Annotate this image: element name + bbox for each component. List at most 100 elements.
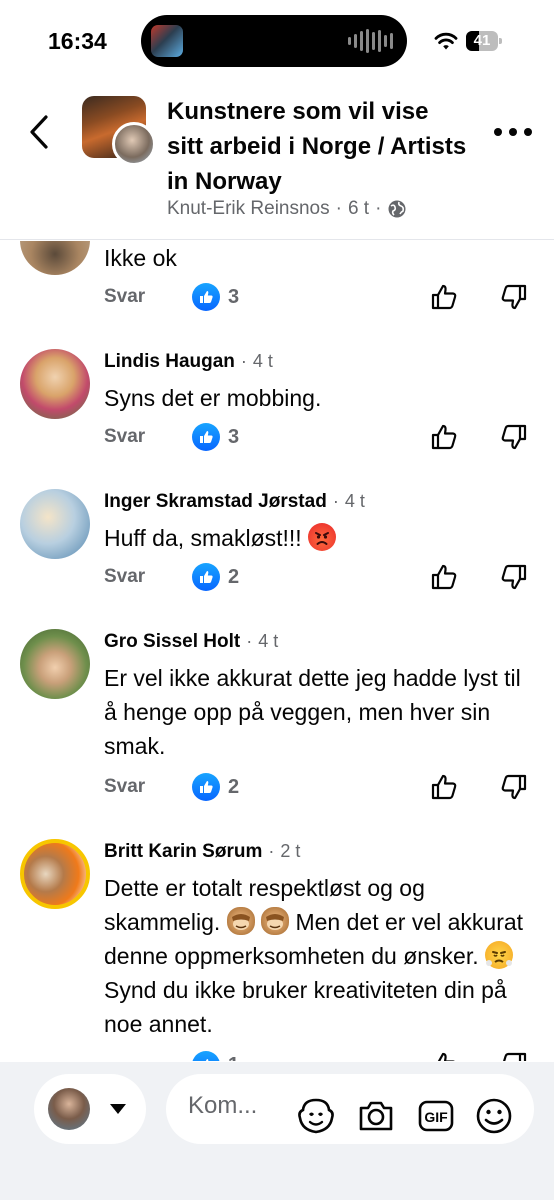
status-time: 16:34 bbox=[48, 28, 107, 54]
comment-text: Dette er totalt respektløst og og skamme… bbox=[104, 871, 524, 1041]
like-reaction-icon bbox=[192, 563, 220, 591]
author-avatar[interactable] bbox=[112, 122, 156, 166]
group-cover-thumbnail[interactable] bbox=[82, 96, 156, 166]
reply-button[interactable]: Svar bbox=[104, 426, 145, 448]
separator: · bbox=[246, 631, 253, 651]
like-count: 3 bbox=[228, 425, 240, 448]
now-playing-artwork bbox=[151, 25, 183, 57]
commenter-avatar[interactable] bbox=[20, 839, 90, 909]
comment-actions: Svar 2 bbox=[104, 773, 534, 803]
downvote-icon[interactable] bbox=[500, 1051, 528, 1061]
separator: · bbox=[240, 351, 247, 371]
see-no-evil-monkey-emoji bbox=[261, 907, 290, 935]
comment-text: Huff da, smakløst!!! bbox=[104, 521, 524, 555]
comment-header: Gro Sissel Holt · 4 t bbox=[104, 631, 278, 653]
battery-level: 41 bbox=[473, 32, 491, 49]
angry-face-emoji bbox=[308, 523, 337, 551]
chevron-left-icon bbox=[30, 115, 48, 149]
meta-separator: · bbox=[375, 198, 382, 219]
avatar-sticker-icon[interactable] bbox=[296, 1096, 336, 1136]
reply-button[interactable]: Svar bbox=[104, 286, 145, 308]
comment-header: Lindis Haugan · 4 t bbox=[104, 351, 273, 373]
like-reaction-icon bbox=[192, 1051, 220, 1061]
downvote-icon[interactable] bbox=[500, 283, 528, 311]
upvote-icon[interactable] bbox=[430, 1051, 458, 1061]
downvote-icon[interactable] bbox=[500, 423, 528, 451]
separator: · bbox=[268, 841, 275, 861]
caret-down-icon bbox=[110, 1104, 126, 1114]
identity-switcher[interactable] bbox=[34, 1074, 146, 1144]
like-count: 2 bbox=[228, 775, 240, 798]
downvote-icon[interactable] bbox=[500, 563, 528, 591]
like-count: 1 bbox=[228, 1054, 239, 1062]
commenter-name[interactable]: Lindis Haugan bbox=[104, 351, 235, 373]
see-no-evil-monkey-emoji bbox=[226, 907, 255, 935]
reply-button[interactable]: Svar bbox=[104, 776, 145, 798]
commenter-avatar[interactable] bbox=[20, 349, 90, 419]
author-name[interactable]: Knut-Erik Reinsnos bbox=[167, 198, 330, 220]
comment-time: 4 t bbox=[252, 351, 273, 371]
downvote-icon[interactable] bbox=[500, 773, 528, 801]
comment-time: 2 t bbox=[280, 841, 301, 861]
commenter-name[interactable]: Britt Karin Sørum bbox=[104, 841, 262, 863]
commenter-name[interactable]: Gro Sissel Holt bbox=[104, 631, 240, 653]
comment-actions: Svar 3 bbox=[104, 283, 534, 313]
upvote-icon[interactable] bbox=[430, 563, 458, 591]
post-header: Kunstnere som vil vise sitt arbeid i Nor… bbox=[0, 84, 554, 240]
dynamic-island[interactable] bbox=[141, 15, 407, 67]
commenter-avatar[interactable] bbox=[20, 489, 90, 559]
gif-icon[interactable]: GIF bbox=[416, 1096, 456, 1136]
reaction-count[interactable]: 2 bbox=[192, 563, 239, 591]
meta-separator: · bbox=[335, 198, 342, 219]
commenter-avatar[interactable] bbox=[20, 629, 90, 699]
more-horizontal-icon bbox=[494, 128, 502, 136]
comment-text-part: Synd du ikke bruker kreativiteten din på… bbox=[104, 977, 507, 1037]
like-count: 2 bbox=[228, 565, 240, 588]
back-button[interactable] bbox=[24, 112, 54, 152]
comment-time: 4 t bbox=[258, 631, 279, 651]
face-with-steam-emoji bbox=[485, 941, 514, 969]
post-age: 6 t bbox=[347, 198, 370, 219]
comment-actions: Svar 2 bbox=[104, 563, 534, 593]
comment-text: Syns det er mobbing. bbox=[104, 385, 322, 411]
comment-actions: 1 bbox=[104, 1051, 534, 1061]
svg-text:GIF: GIF bbox=[424, 1109, 448, 1125]
status-bar: 16:34 41 bbox=[0, 0, 554, 84]
like-count: 3 bbox=[228, 285, 240, 308]
reply-button[interactable]: Svar bbox=[104, 566, 145, 588]
group-title[interactable]: Kunstnere som vil vise sitt arbeid i Nor… bbox=[167, 94, 467, 199]
commenter-avatar[interactable] bbox=[20, 241, 90, 275]
comment-composer: Kom... GIF bbox=[0, 1062, 554, 1200]
upvote-icon[interactable] bbox=[430, 773, 458, 801]
comment-time: 4 t bbox=[344, 491, 365, 511]
more-options-button[interactable] bbox=[494, 122, 532, 142]
comment-header: Britt Karin Sørum · 2 t bbox=[104, 841, 300, 863]
comment-text: Er vel ikke akkurat dette jeg hadde lyst… bbox=[104, 665, 521, 759]
comment-text-body: Huff da, smakløst!!! bbox=[104, 525, 302, 551]
emoji-icon[interactable] bbox=[474, 1096, 514, 1136]
like-reaction-icon bbox=[192, 283, 220, 311]
user-avatar bbox=[48, 1088, 90, 1130]
like-reaction-icon bbox=[192, 773, 220, 801]
reaction-count[interactable]: 3 bbox=[192, 283, 239, 311]
separator: · bbox=[332, 491, 339, 511]
like-reaction-icon bbox=[192, 423, 220, 451]
upvote-icon[interactable] bbox=[430, 423, 458, 451]
wifi-icon bbox=[434, 32, 458, 50]
post-meta: Knut-Erik Reinsnos · 6 t · bbox=[167, 198, 407, 220]
battery-icon: 41 bbox=[466, 31, 502, 51]
comment-actions: Svar 3 bbox=[104, 423, 534, 453]
reaction-count[interactable]: 2 bbox=[192, 773, 239, 801]
commenter-name[interactable]: Inger Skramstad Jørstad bbox=[104, 491, 327, 513]
camera-icon[interactable] bbox=[356, 1096, 396, 1136]
comment-input[interactable]: Kom... bbox=[188, 1092, 257, 1120]
reaction-count[interactable]: 1 bbox=[192, 1051, 239, 1061]
reaction-count[interactable]: 3 bbox=[192, 423, 239, 451]
comments-list[interactable]: Ikke ok Svar 3 Lindis Haugan · 4 t Syns bbox=[0, 241, 554, 1061]
comment-header: Inger Skramstad Jørstad · 4 t bbox=[104, 491, 365, 513]
upvote-icon[interactable] bbox=[430, 283, 458, 311]
comment-text: Ikke ok bbox=[104, 245, 177, 271]
audio-waveform-icon bbox=[348, 29, 393, 53]
globe-icon bbox=[388, 200, 406, 218]
comment-field[interactable]: Kom... GIF bbox=[166, 1074, 534, 1144]
